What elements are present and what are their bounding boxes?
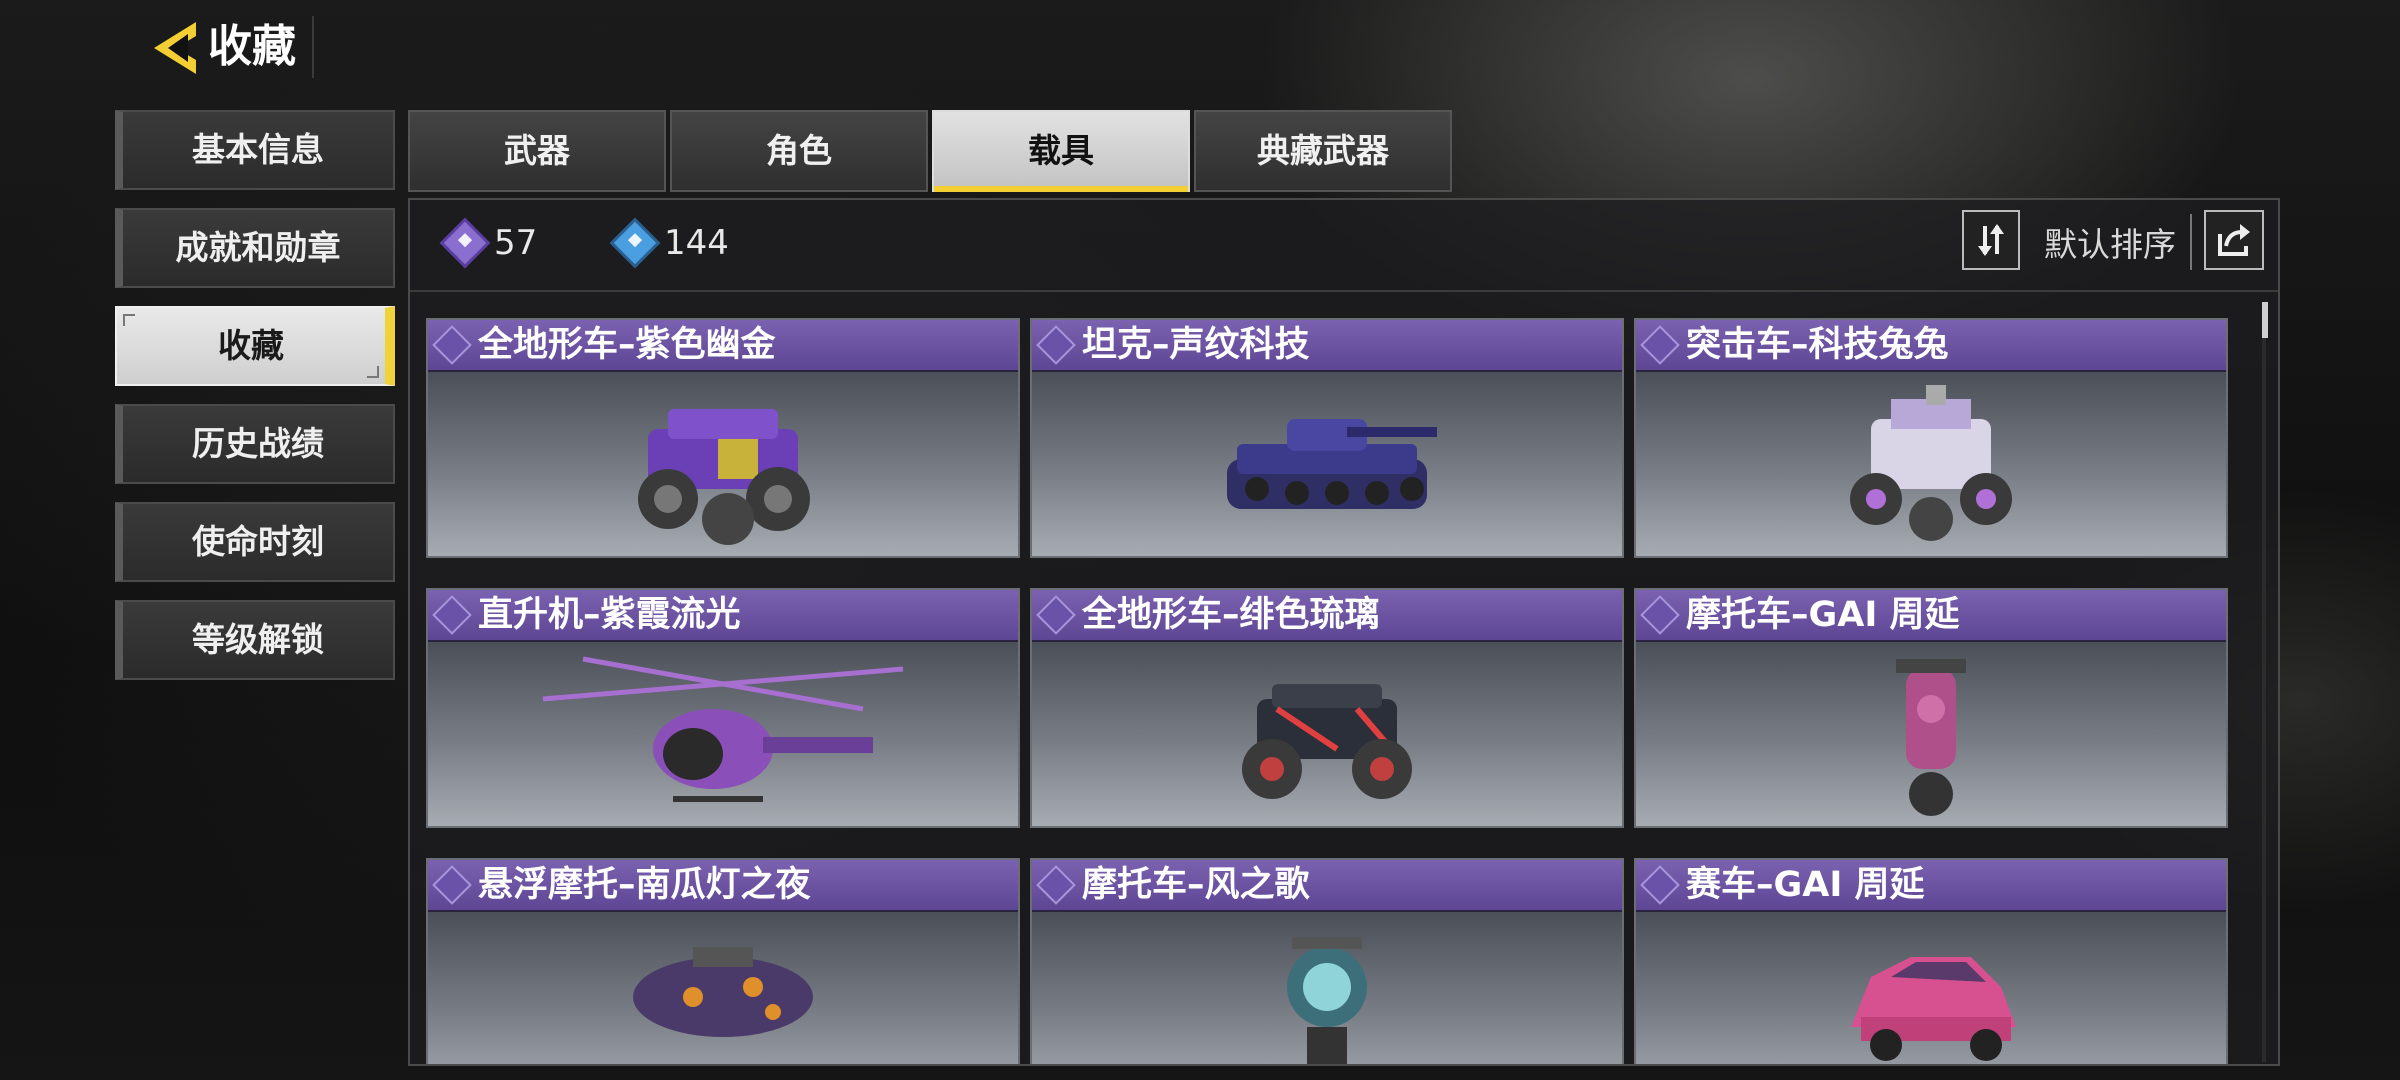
- vehicle-name: 直升机–紫霞流光: [478, 595, 741, 635]
- share-icon: [2218, 224, 2250, 256]
- vehicle-name: 赛车–GAI 周延: [1686, 865, 1925, 905]
- tab-vehicles[interactable]: 载具: [932, 110, 1190, 192]
- vehicle-image: [428, 912, 1018, 1064]
- rarity-diamond-icon: [1640, 595, 1680, 635]
- vehicle-name: 全地形车–紫色幽金: [478, 325, 776, 365]
- nav-item-level-unlock[interactable]: 等级解锁: [115, 600, 395, 680]
- nav-item-collection[interactable]: 收藏: [115, 306, 395, 386]
- vehicle-name: 摩托车–GAI 周延: [1686, 595, 1960, 635]
- card-header: 赛车–GAI 周延: [1636, 860, 2226, 912]
- legendary-count-value: 57: [494, 223, 538, 263]
- epic-count: 144: [613, 220, 729, 266]
- vehicle-card[interactable]: 悬浮摩托–南瓜灯之夜: [426, 858, 1020, 1064]
- divider: [2190, 214, 2192, 270]
- nav-item-basic-info[interactable]: 基本信息: [115, 110, 395, 190]
- vehicle-name: 摩托车–风之歌: [1082, 865, 1310, 905]
- card-header: 摩托车–GAI 周延: [1636, 590, 2226, 642]
- vehicle-image: [1032, 912, 1622, 1064]
- vehicle-name: 悬浮摩托–南瓜灯之夜: [478, 865, 811, 905]
- scrollbar-track[interactable]: [2262, 302, 2266, 1062]
- vehicle-image: [1032, 372, 1622, 556]
- sort-toggle-button[interactable]: [1962, 210, 2020, 270]
- buggy-icon: [1850, 385, 2012, 541]
- vehicle-card[interactable]: 全地形车–绯色琉璃: [1030, 588, 1624, 828]
- atv-icon: [638, 409, 810, 545]
- vehicle-card[interactable]: 赛车–GAI 周延: [1634, 858, 2228, 1064]
- race-car-icon: [1851, 957, 2016, 1061]
- nav-item-moments[interactable]: 使命时刻: [115, 502, 395, 582]
- back-arrow-icon: [154, 22, 196, 74]
- vehicle-image: [428, 372, 1018, 556]
- rarity-diamond-icon: [1036, 865, 1076, 905]
- tank-icon: [1227, 419, 1437, 509]
- share-button[interactable]: [2204, 210, 2264, 270]
- back-button[interactable]: [150, 18, 200, 78]
- vehicle-name: 全地形车–绯色琉璃: [1082, 595, 1380, 635]
- epic-diamond-icon: [613, 221, 657, 265]
- epic-count-value: 144: [664, 223, 729, 263]
- vehicle-card[interactable]: 摩托车–GAI 周延: [1634, 588, 2228, 828]
- vehicle-card[interactable]: 摩托车–风之歌: [1030, 858, 1624, 1064]
- page-title: 收藏: [208, 16, 314, 78]
- vehicle-name: 坦克–声纹科技: [1082, 325, 1310, 365]
- tab-weapons[interactable]: 武器: [408, 110, 666, 192]
- vehicle-image: [1636, 912, 2226, 1064]
- stats-bar: 57 144 默认排序: [410, 200, 2278, 292]
- card-header: 悬浮摩托–南瓜灯之夜: [428, 860, 1018, 912]
- card-header: 突击车–科技兔兔: [1636, 320, 2226, 372]
- vehicle-card[interactable]: 突击车–科技兔兔: [1634, 318, 2228, 558]
- legendary-diamond-icon: [443, 221, 487, 265]
- sort-arrows-icon: [1978, 224, 2004, 256]
- vehicle-image: [1636, 372, 2226, 556]
- collection-panel: 57 144 默认排序 全地形车–紫色幽金 坦克–声纹科技 突击车–科技兔兔 直…: [408, 198, 2280, 1066]
- tab-classic-weapons[interactable]: 典藏武器: [1194, 110, 1452, 192]
- rarity-diamond-icon: [1036, 595, 1076, 635]
- motorcycle-icon: [1287, 937, 1367, 1064]
- rarity-diamond-icon: [1036, 325, 1076, 365]
- rarity-diamond-icon: [1640, 865, 1680, 905]
- sort-label[interactable]: 默认排序: [2044, 218, 2176, 266]
- vehicle-image: [428, 642, 1018, 826]
- rarity-diamond-icon: [432, 865, 472, 905]
- card-header: 全地形车–绯色琉璃: [1032, 590, 1622, 642]
- atv-icon: [1242, 684, 1412, 799]
- helicopter-icon: [542, 656, 904, 802]
- vehicle-card[interactable]: 坦克–声纹科技: [1030, 318, 1624, 558]
- vehicle-card[interactable]: 全地形车–紫色幽金: [426, 318, 1020, 558]
- rarity-diamond-icon: [432, 325, 472, 365]
- nav-item-history[interactable]: 历史战绩: [115, 404, 395, 484]
- vehicle-card[interactable]: 直升机–紫霞流光: [426, 588, 1020, 828]
- card-header: 摩托车–风之歌: [1032, 860, 1622, 912]
- card-header: 全地形车–紫色幽金: [428, 320, 1018, 372]
- motorcycle-icon: [1896, 659, 1966, 816]
- rarity-diamond-icon: [432, 595, 472, 635]
- hoverbike-icon: [633, 947, 813, 1037]
- vehicle-image: [1636, 642, 2226, 826]
- legendary-count: 57: [443, 220, 538, 266]
- rarity-diamond-icon: [1640, 325, 1680, 365]
- tab-characters[interactable]: 角色: [670, 110, 928, 192]
- vehicle-name: 突击车–科技兔兔: [1686, 325, 1949, 365]
- vehicle-image: [1032, 642, 1622, 826]
- card-header: 直升机–紫霞流光: [428, 590, 1018, 642]
- scrollbar-thumb[interactable]: [2262, 302, 2268, 338]
- nav-item-achievements[interactable]: 成就和勋章: [115, 208, 395, 288]
- card-header: 坦克–声纹科技: [1032, 320, 1622, 372]
